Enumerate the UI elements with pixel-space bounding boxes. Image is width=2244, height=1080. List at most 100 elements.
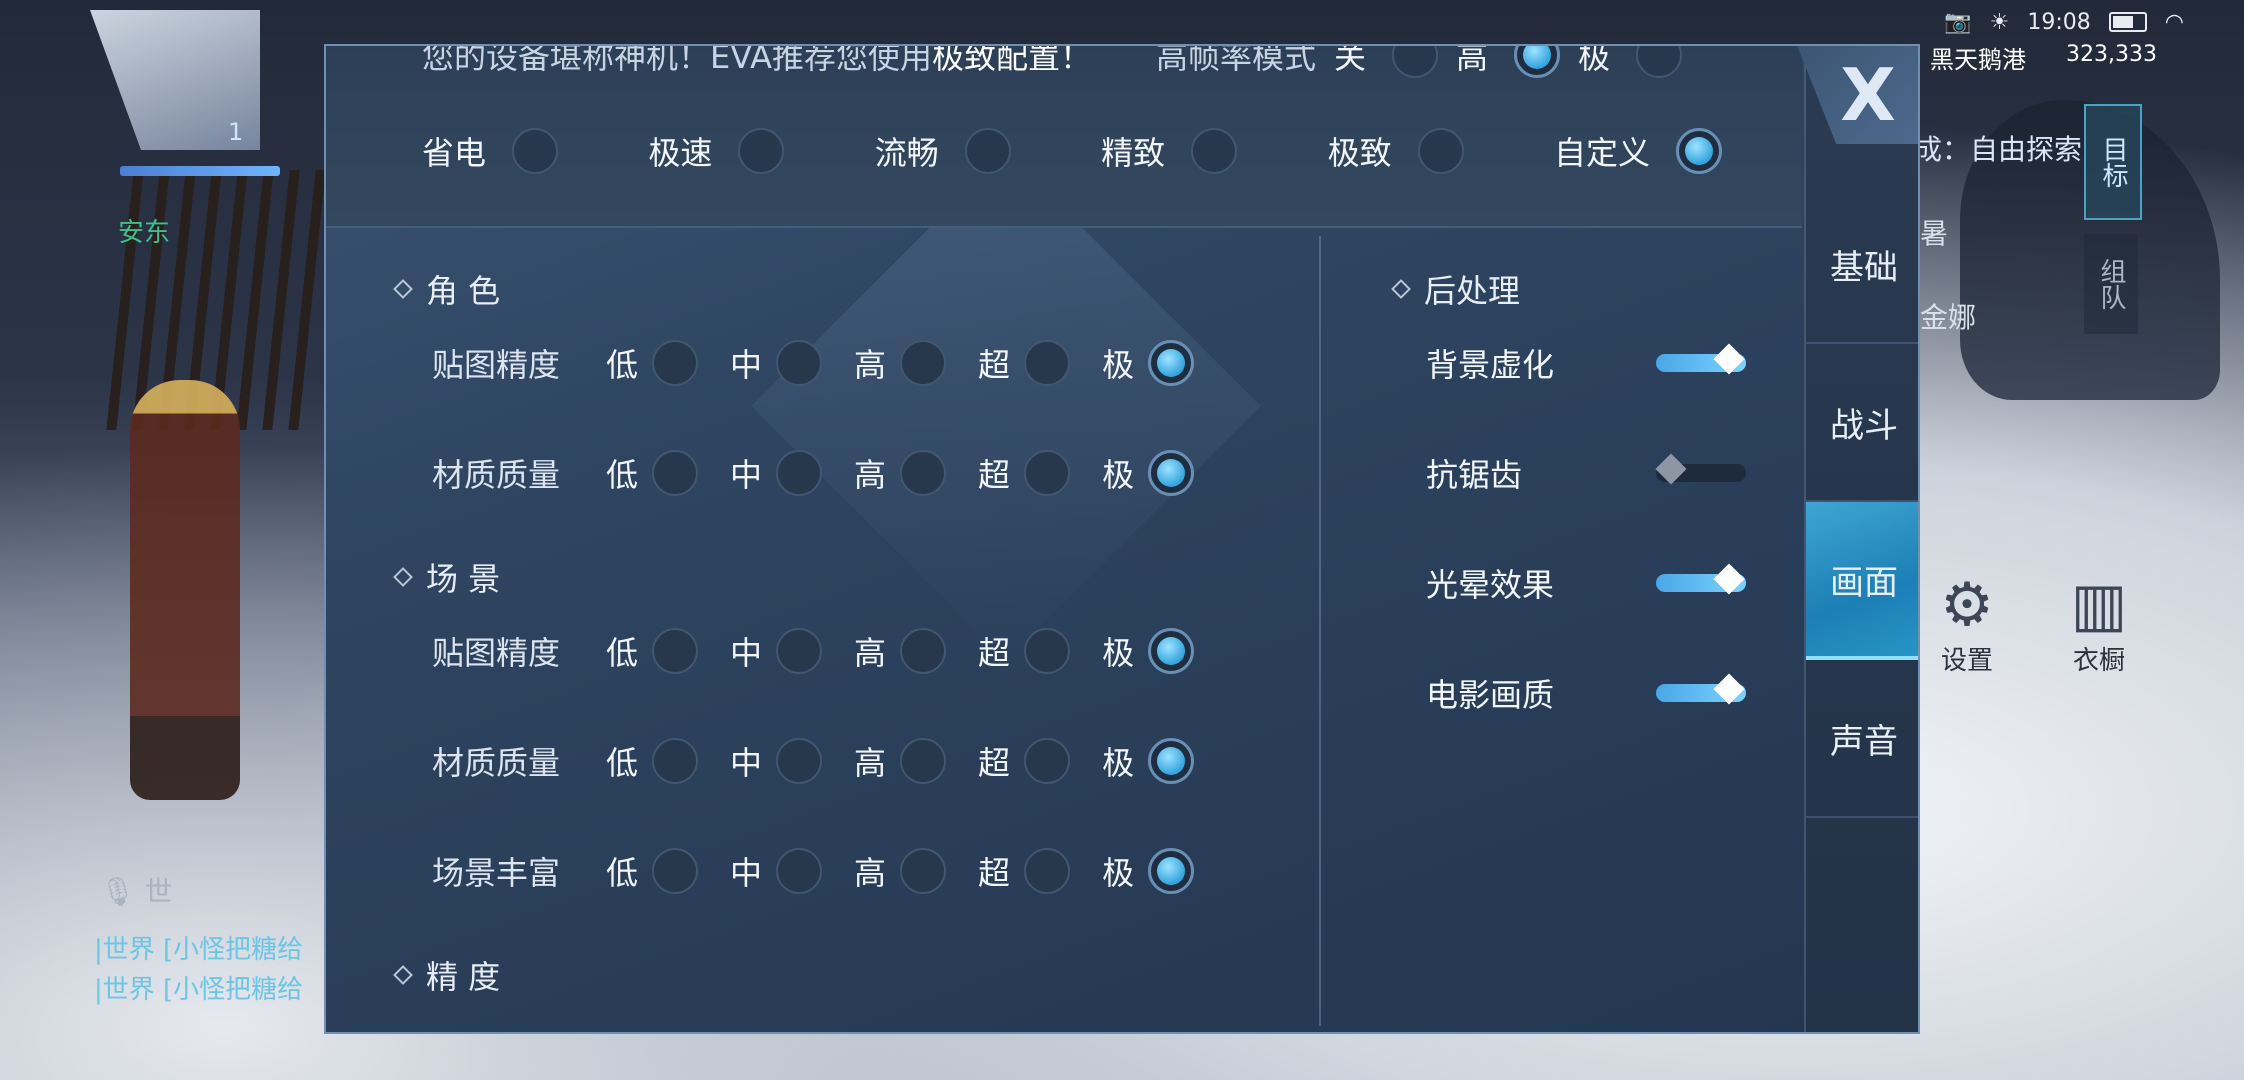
level-option-low[interactable]: 低 [606,738,699,784]
diamond-icon [393,279,413,299]
level-option-super[interactable]: 超 [978,340,1071,386]
setting-label: 贴图精度 [432,346,561,384]
radio-button[interactable] [1148,450,1195,496]
radio-button[interactable] [652,340,699,386]
chat-box[interactable]: |世界 [小怪把糖给 |世界 [小怪把糖给 [94,930,303,1010]
radio-button[interactable] [1024,848,1071,894]
hfr-option-high[interactable]: 高 [1456,46,1561,78]
radio-button[interactable] [1514,46,1561,78]
level-option-low[interactable]: 低 [606,628,699,674]
tab-sound[interactable]: 声音 [1806,660,1918,818]
high-frame-rate-setting: 高帧率模式 关 高 极 [1156,44,1683,78]
level-option-ultra[interactable]: 极 [1102,848,1195,894]
level-option-high[interactable]: 高 [854,628,947,674]
level-option-medium[interactable]: 中 [730,340,823,386]
radio-button[interactable] [1024,738,1071,784]
radio-button[interactable] [1148,628,1195,674]
level-option-low[interactable]: 低 [606,450,699,496]
radio-button[interactable] [1148,738,1195,784]
team-button[interactable]: 组队 [2084,234,2138,334]
hfr-option-label: 关 [1334,44,1367,76]
radio-button[interactable] [776,848,823,894]
wardrobe-button[interactable]: ▥ 衣橱 [2054,570,2144,680]
preset-fast[interactable]: 极速 [648,128,785,174]
level-option-medium[interactable]: 中 [730,628,823,674]
radio-button[interactable] [1024,628,1071,674]
target-button[interactable]: 目标 [2084,104,2142,220]
gear-icon: ⚙ [1940,570,1994,640]
anti-aliasing-toggle[interactable] [1655,453,1746,486]
level-option-low[interactable]: 低 [606,848,699,894]
level-option-high[interactable]: 高 [854,450,947,496]
tab-basic[interactable]: 基础 [1806,186,1918,344]
level-option-medium[interactable]: 中 [730,738,823,784]
radio-button[interactable] [964,128,1011,174]
level-option-high[interactable]: 高 [854,340,947,386]
radio-button[interactable] [738,128,785,174]
radio-button[interactable] [652,450,699,496]
radio-button[interactable] [652,848,699,894]
radio-button[interactable] [900,848,947,894]
preset-fine[interactable]: 精致 [1101,128,1238,174]
radio-button[interactable] [776,340,823,386]
section-character: 角 色 [393,266,500,312]
radio-button[interactable] [776,738,823,784]
level-label: 高 [854,456,887,494]
preset-ultimate[interactable]: 极致 [1328,128,1464,174]
radio-button[interactable] [652,738,699,784]
radio-button[interactable] [1392,46,1439,78]
quest-text[interactable]: 成：自由探索 [1914,128,2082,168]
radio-button[interactable] [900,738,947,784]
section-title: 后处理 [1424,272,1521,310]
hfr-option-off[interactable]: 关 [1334,44,1439,78]
radio-button[interactable] [900,450,947,496]
radio-button[interactable] [900,340,947,386]
level-option-super[interactable]: 超 [978,848,1071,894]
level-option-medium[interactable]: 中 [730,450,823,496]
radio-button[interactable] [776,628,823,674]
settings-button[interactable]: ⚙ 设置 [1922,570,2012,680]
settings-dialog: 您的设备堪称神机！EVA推荐您使用极致配置！ 高帧率模式 关 高 极 省电 极速… [324,44,1920,1034]
voice-chat-button[interactable]: 🎙 世 [100,870,172,910]
level-option-ultra[interactable]: 极 [1102,340,1195,386]
preset-label: 极速 [648,134,713,172]
preset-smooth[interactable]: 流畅 [875,128,1011,174]
radio-button[interactable] [1417,128,1464,174]
level-option-super[interactable]: 超 [978,628,1071,674]
level-option-ultra[interactable]: 极 [1102,628,1195,674]
radio-button[interactable] [1024,340,1071,386]
location-coords: 323,333 [2066,42,2157,67]
tab-combat[interactable]: 战斗 [1806,344,1918,502]
background-blur-toggle[interactable] [1656,343,1746,376]
quality-settings-panel[interactable]: 角 色 贴图精度低中高超极 材质质量低中高超极 场 景 贴图精度低中高超极 材质… [326,236,1316,1006]
level-option-medium[interactable]: 中 [730,848,823,894]
radio-button[interactable] [512,128,559,174]
radio-button[interactable] [1191,128,1238,174]
level-option-low[interactable]: 低 [606,340,699,386]
avatar-level: 1 [228,118,244,146]
radio-button[interactable] [776,450,823,496]
radio-button[interactable] [1636,46,1683,78]
radio-button[interactable] [1675,128,1722,174]
level-option-high[interactable]: 高 [854,848,947,894]
tab-graphics[interactable]: 画面 [1806,502,1918,660]
diamond-icon [1391,279,1411,299]
level-option-super[interactable]: 超 [978,450,1071,496]
radio-button[interactable] [900,628,947,674]
level-option-super[interactable]: 超 [978,738,1071,784]
level-option-ultra[interactable]: 极 [1102,450,1195,496]
preset-custom[interactable]: 自定义 [1554,128,1722,174]
level-option-ultra[interactable]: 极 [1102,738,1195,784]
radio-button[interactable] [652,628,699,674]
close-button[interactable]: X [1828,59,1908,131]
radio-button[interactable] [1148,848,1195,894]
camera-icon: 📷 [1944,9,1972,35]
level-option-high[interactable]: 高 [854,738,947,784]
radio-button[interactable] [1024,450,1071,496]
bloom-effect-toggle[interactable] [1656,563,1746,596]
preset-power-saving[interactable]: 省电 [422,128,559,174]
level-label: 中 [730,854,763,892]
cinematic-quality-toggle[interactable] [1656,673,1746,706]
radio-button[interactable] [1148,340,1195,386]
hfr-option-ultra[interactable]: 极 [1578,46,1683,78]
